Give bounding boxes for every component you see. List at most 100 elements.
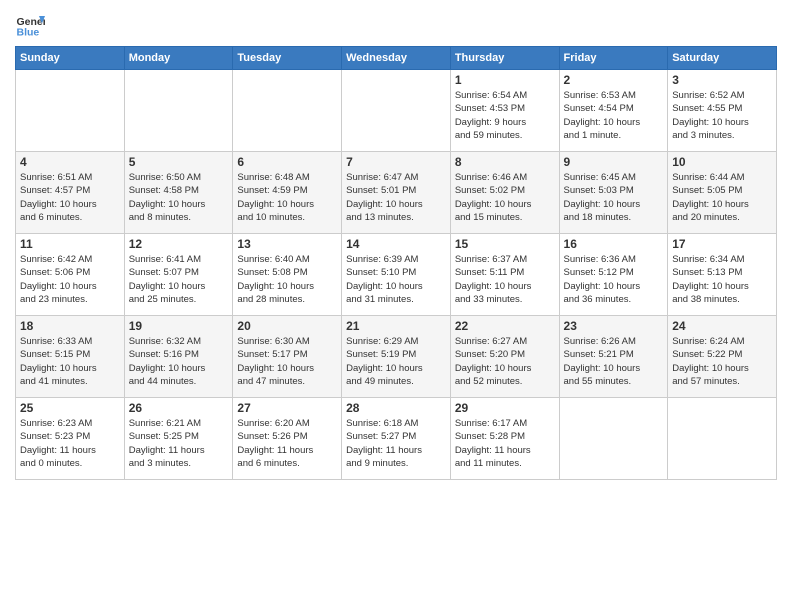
calendar-cell: 1 Sunrise: 6:54 AM Sunset: 4:53 PM Daylig… bbox=[450, 70, 559, 152]
day-detail: Sunrise: 6:44 AM Sunset: 5:05 PM Dayligh… bbox=[672, 171, 772, 224]
day-detail: Sunrise: 6:39 AM Sunset: 5:10 PM Dayligh… bbox=[346, 253, 446, 306]
calendar-cell: 6 Sunrise: 6:48 AM Sunset: 4:59 PM Daylig… bbox=[233, 152, 342, 234]
day-number: 10 bbox=[672, 155, 772, 169]
day-number: 27 bbox=[237, 401, 337, 415]
calendar-week-2: 4 Sunrise: 6:51 AM Sunset: 4:57 PM Daylig… bbox=[16, 152, 777, 234]
day-detail: Sunrise: 6:36 AM Sunset: 5:12 PM Dayligh… bbox=[564, 253, 664, 306]
day-detail: Sunrise: 6:24 AM Sunset: 5:22 PM Dayligh… bbox=[672, 335, 772, 388]
day-detail: Sunrise: 6:17 AM Sunset: 5:28 PM Dayligh… bbox=[455, 417, 555, 470]
day-number: 24 bbox=[672, 319, 772, 333]
day-detail: Sunrise: 6:53 AM Sunset: 4:54 PM Dayligh… bbox=[564, 89, 664, 142]
day-detail: Sunrise: 6:20 AM Sunset: 5:26 PM Dayligh… bbox=[237, 417, 337, 470]
day-detail: Sunrise: 6:21 AM Sunset: 5:25 PM Dayligh… bbox=[129, 417, 229, 470]
day-detail: Sunrise: 6:33 AM Sunset: 5:15 PM Dayligh… bbox=[20, 335, 120, 388]
day-number: 13 bbox=[237, 237, 337, 251]
day-number: 5 bbox=[129, 155, 229, 169]
calendar-cell: 28 Sunrise: 6:18 AM Sunset: 5:27 PM Dayli… bbox=[342, 398, 451, 480]
weekday-thursday: Thursday bbox=[450, 47, 559, 70]
day-number: 29 bbox=[455, 401, 555, 415]
calendar-cell: 17 Sunrise: 6:34 AM Sunset: 5:13 PM Dayli… bbox=[668, 234, 777, 316]
calendar-cell: 16 Sunrise: 6:36 AM Sunset: 5:12 PM Dayli… bbox=[559, 234, 668, 316]
calendar-table: SundayMondayTuesdayWednesdayThursdayFrid… bbox=[15, 46, 777, 480]
day-detail: Sunrise: 6:40 AM Sunset: 5:08 PM Dayligh… bbox=[237, 253, 337, 306]
day-detail: Sunrise: 6:18 AM Sunset: 5:27 PM Dayligh… bbox=[346, 417, 446, 470]
day-detail: Sunrise: 6:50 AM Sunset: 4:58 PM Dayligh… bbox=[129, 171, 229, 224]
calendar-cell: 14 Sunrise: 6:39 AM Sunset: 5:10 PM Dayli… bbox=[342, 234, 451, 316]
calendar-cell: 26 Sunrise: 6:21 AM Sunset: 5:25 PM Dayli… bbox=[124, 398, 233, 480]
calendar-cell: 29 Sunrise: 6:17 AM Sunset: 5:28 PM Dayli… bbox=[450, 398, 559, 480]
calendar-page: General Blue SundayMondayTuesdayWednesda… bbox=[0, 0, 792, 612]
day-number: 20 bbox=[237, 319, 337, 333]
calendar-cell bbox=[124, 70, 233, 152]
day-number: 28 bbox=[346, 401, 446, 415]
svg-text:Blue: Blue bbox=[17, 27, 40, 39]
day-detail: Sunrise: 6:46 AM Sunset: 5:02 PM Dayligh… bbox=[455, 171, 555, 224]
day-detail: Sunrise: 6:27 AM Sunset: 5:20 PM Dayligh… bbox=[455, 335, 555, 388]
calendar-week-3: 11 Sunrise: 6:42 AM Sunset: 5:06 PM Dayli… bbox=[16, 234, 777, 316]
weekday-tuesday: Tuesday bbox=[233, 47, 342, 70]
calendar-cell: 25 Sunrise: 6:23 AM Sunset: 5:23 PM Dayli… bbox=[16, 398, 125, 480]
calendar-cell bbox=[668, 398, 777, 480]
day-number: 6 bbox=[237, 155, 337, 169]
day-number: 22 bbox=[455, 319, 555, 333]
calendar-cell: 2 Sunrise: 6:53 AM Sunset: 4:54 PM Daylig… bbox=[559, 70, 668, 152]
weekday-friday: Friday bbox=[559, 47, 668, 70]
day-number: 25 bbox=[20, 401, 120, 415]
day-detail: Sunrise: 6:29 AM Sunset: 5:19 PM Dayligh… bbox=[346, 335, 446, 388]
day-detail: Sunrise: 6:23 AM Sunset: 5:23 PM Dayligh… bbox=[20, 417, 120, 470]
day-detail: Sunrise: 6:41 AM Sunset: 5:07 PM Dayligh… bbox=[129, 253, 229, 306]
calendar-cell bbox=[559, 398, 668, 480]
calendar-cell: 20 Sunrise: 6:30 AM Sunset: 5:17 PM Dayli… bbox=[233, 316, 342, 398]
day-detail: Sunrise: 6:42 AM Sunset: 5:06 PM Dayligh… bbox=[20, 253, 120, 306]
day-number: 4 bbox=[20, 155, 120, 169]
day-number: 23 bbox=[564, 319, 664, 333]
day-detail: Sunrise: 6:52 AM Sunset: 4:55 PM Dayligh… bbox=[672, 89, 772, 142]
day-detail: Sunrise: 6:30 AM Sunset: 5:17 PM Dayligh… bbox=[237, 335, 337, 388]
calendar-cell: 27 Sunrise: 6:20 AM Sunset: 5:26 PM Dayli… bbox=[233, 398, 342, 480]
day-detail: Sunrise: 6:26 AM Sunset: 5:21 PM Dayligh… bbox=[564, 335, 664, 388]
weekday-saturday: Saturday bbox=[668, 47, 777, 70]
day-number: 9 bbox=[564, 155, 664, 169]
day-number: 14 bbox=[346, 237, 446, 251]
calendar-cell: 7 Sunrise: 6:47 AM Sunset: 5:01 PM Daylig… bbox=[342, 152, 451, 234]
calendar-cell: 11 Sunrise: 6:42 AM Sunset: 5:06 PM Dayli… bbox=[16, 234, 125, 316]
calendar-cell bbox=[233, 70, 342, 152]
day-number: 19 bbox=[129, 319, 229, 333]
day-number: 17 bbox=[672, 237, 772, 251]
calendar-week-4: 18 Sunrise: 6:33 AM Sunset: 5:15 PM Dayli… bbox=[16, 316, 777, 398]
day-number: 26 bbox=[129, 401, 229, 415]
day-number: 1 bbox=[455, 73, 555, 87]
weekday-wednesday: Wednesday bbox=[342, 47, 451, 70]
day-number: 8 bbox=[455, 155, 555, 169]
day-detail: Sunrise: 6:54 AM Sunset: 4:53 PM Dayligh… bbox=[455, 89, 555, 142]
calendar-cell: 15 Sunrise: 6:37 AM Sunset: 5:11 PM Dayli… bbox=[450, 234, 559, 316]
day-detail: Sunrise: 6:51 AM Sunset: 4:57 PM Dayligh… bbox=[20, 171, 120, 224]
calendar-week-5: 25 Sunrise: 6:23 AM Sunset: 5:23 PM Dayli… bbox=[16, 398, 777, 480]
weekday-header-row: SundayMondayTuesdayWednesdayThursdayFrid… bbox=[16, 47, 777, 70]
day-detail: Sunrise: 6:32 AM Sunset: 5:16 PM Dayligh… bbox=[129, 335, 229, 388]
calendar-cell: 19 Sunrise: 6:32 AM Sunset: 5:16 PM Dayli… bbox=[124, 316, 233, 398]
day-number: 7 bbox=[346, 155, 446, 169]
calendar-cell: 22 Sunrise: 6:27 AM Sunset: 5:20 PM Dayli… bbox=[450, 316, 559, 398]
calendar-cell: 10 Sunrise: 6:44 AM Sunset: 5:05 PM Dayli… bbox=[668, 152, 777, 234]
calendar-cell: 18 Sunrise: 6:33 AM Sunset: 5:15 PM Dayli… bbox=[16, 316, 125, 398]
calendar-cell: 5 Sunrise: 6:50 AM Sunset: 4:58 PM Daylig… bbox=[124, 152, 233, 234]
day-detail: Sunrise: 6:48 AM Sunset: 4:59 PM Dayligh… bbox=[237, 171, 337, 224]
calendar-cell: 4 Sunrise: 6:51 AM Sunset: 4:57 PM Daylig… bbox=[16, 152, 125, 234]
day-number: 21 bbox=[346, 319, 446, 333]
day-number: 18 bbox=[20, 319, 120, 333]
calendar-cell: 8 Sunrise: 6:46 AM Sunset: 5:02 PM Daylig… bbox=[450, 152, 559, 234]
calendar-cell: 24 Sunrise: 6:24 AM Sunset: 5:22 PM Dayli… bbox=[668, 316, 777, 398]
day-number: 15 bbox=[455, 237, 555, 251]
day-detail: Sunrise: 6:34 AM Sunset: 5:13 PM Dayligh… bbox=[672, 253, 772, 306]
weekday-monday: Monday bbox=[124, 47, 233, 70]
day-number: 11 bbox=[20, 237, 120, 251]
day-number: 16 bbox=[564, 237, 664, 251]
day-number: 3 bbox=[672, 73, 772, 87]
day-number: 12 bbox=[129, 237, 229, 251]
header: General Blue bbox=[15, 10, 777, 40]
day-detail: Sunrise: 6:47 AM Sunset: 5:01 PM Dayligh… bbox=[346, 171, 446, 224]
logo: General Blue bbox=[15, 10, 49, 40]
day-number: 2 bbox=[564, 73, 664, 87]
day-detail: Sunrise: 6:37 AM Sunset: 5:11 PM Dayligh… bbox=[455, 253, 555, 306]
